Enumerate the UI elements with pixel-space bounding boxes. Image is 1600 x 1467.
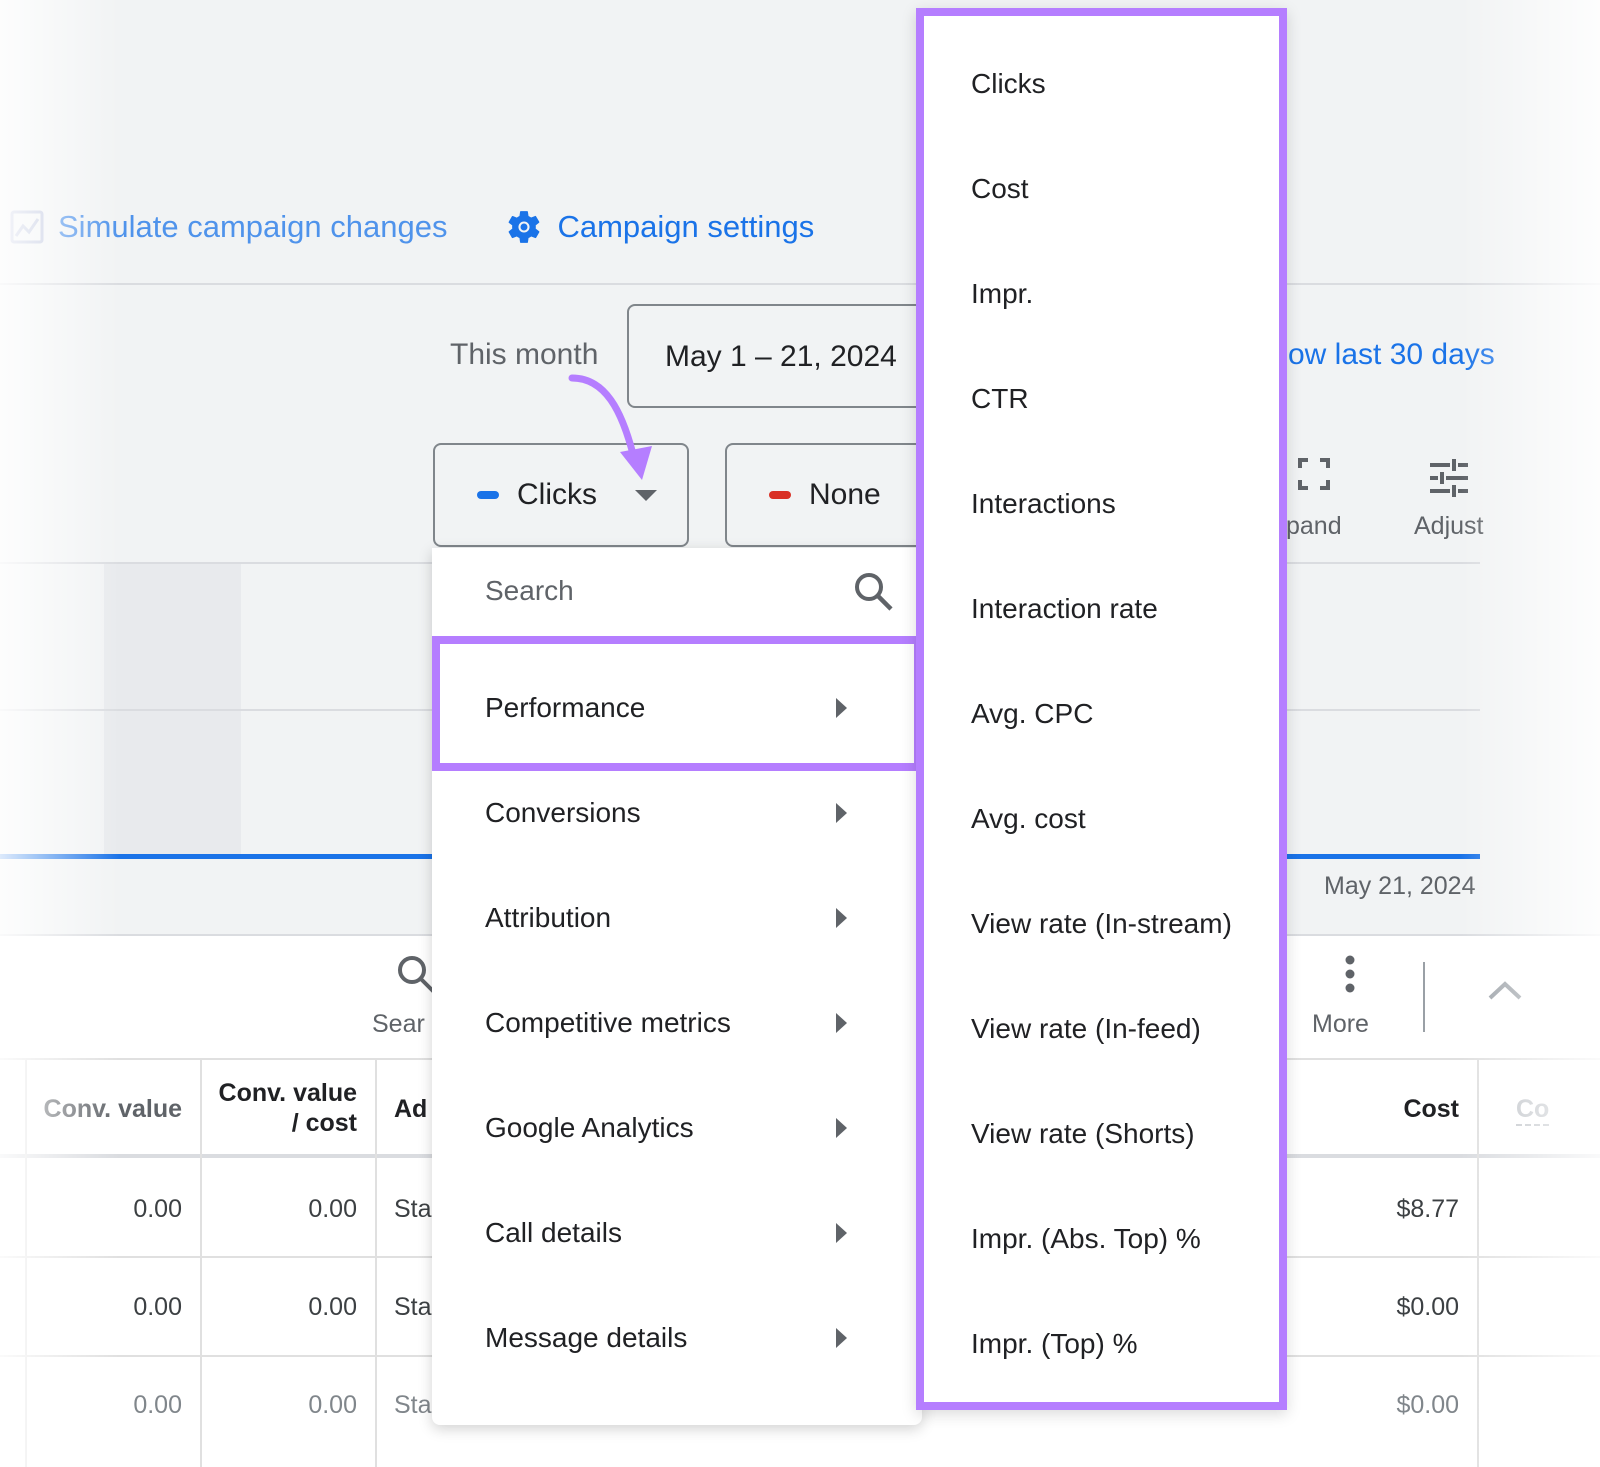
series-color-swatch xyxy=(769,491,791,499)
search-icon xyxy=(855,573,893,611)
cell-cost: $8.77 xyxy=(1396,1195,1459,1223)
submenu-item-impr-abs-top[interactable]: Impr. (Abs. Top) % xyxy=(971,1223,1201,1255)
campaign-settings-link[interactable]: Campaign settings xyxy=(505,208,814,246)
gear-icon xyxy=(509,211,540,243)
simulate-label: Simulate campaign changes xyxy=(58,209,448,244)
date-range-picker[interactable]: May 1 – 21, 2024 xyxy=(627,304,957,408)
metric-label: None xyxy=(809,478,881,511)
column-header-conv-value-cost[interactable]: Conv. value / cost xyxy=(205,1078,357,1138)
column-divider xyxy=(200,1058,202,1467)
cell-ad: Sta xyxy=(394,1293,432,1321)
column-header-cost[interactable]: Cost xyxy=(1300,1094,1459,1124)
chevron-right-icon xyxy=(836,697,847,718)
search-label: Sear xyxy=(372,1010,425,1038)
cell-conv-value-cost: 0.00 xyxy=(308,1195,357,1223)
chevron-right-icon xyxy=(836,907,847,928)
submenu-item-ctr[interactable]: CTR xyxy=(971,383,1029,415)
adjust-label: Adjust xyxy=(1414,512,1484,540)
expand-label: pand xyxy=(1286,512,1342,540)
table-search-button[interactable]: Sear xyxy=(372,954,436,1039)
chevron-right-icon xyxy=(836,1327,847,1348)
top-actions: Simulate campaign changes Campaign setti… xyxy=(10,208,814,246)
metric-search-input[interactable]: Search xyxy=(485,575,574,607)
menu-item-conversions[interactable]: Conversions xyxy=(432,760,922,865)
expand-button[interactable]: pand xyxy=(1286,458,1342,541)
divider xyxy=(0,283,1600,285)
cell-conv-value: 0.00 xyxy=(133,1195,182,1223)
adjust-button[interactable]: Adjust xyxy=(1414,458,1483,541)
cell-conv-value-cost: 0.00 xyxy=(308,1293,357,1321)
cell-conv-value: 0.00 xyxy=(133,1391,182,1419)
column-header-conv-value[interactable]: Conv. value xyxy=(30,1094,182,1124)
cell-conv-value: 0.00 xyxy=(133,1293,182,1321)
chevron-right-icon xyxy=(836,802,847,823)
menu-item-call-details[interactable]: Call details xyxy=(432,1180,922,1285)
submenu-item-interactions[interactable]: Interactions xyxy=(971,488,1116,520)
metric-search-field[interactable]: Search xyxy=(432,548,922,638)
more-button[interactable]: More xyxy=(1312,954,1369,1039)
more-vert-icon xyxy=(1345,955,1355,993)
submenu-item-view-rate-in-stream[interactable]: View rate (In-stream) xyxy=(971,908,1232,940)
simulate-campaign-changes-link[interactable]: Simulate campaign changes xyxy=(10,209,447,245)
cell-ad: Sta xyxy=(394,1195,432,1223)
campaign-settings-label: Campaign settings xyxy=(557,209,815,244)
metric-dropdown-menu: Search Performance Conversions Attributi… xyxy=(432,548,922,1425)
date-preset-label: This month xyxy=(450,338,599,371)
column-divider xyxy=(25,1058,27,1467)
dropdown-caret-icon xyxy=(635,489,657,501)
menu-item-competitive-metrics[interactable]: Competitive metrics xyxy=(432,970,922,1075)
menu-item-performance[interactable]: Performance xyxy=(432,655,922,760)
submenu-item-avg-cpc[interactable]: Avg. CPC xyxy=(971,698,1093,730)
menu-item-attribution[interactable]: Attribution xyxy=(432,865,922,970)
submenu-item-clicks[interactable]: Clicks xyxy=(971,68,1046,100)
column-divider xyxy=(1477,1058,1479,1467)
column-divider xyxy=(375,1058,377,1467)
submenu-item-view-rate-shorts[interactable]: View rate (Shorts) xyxy=(971,1118,1195,1150)
cell-cost: $0.00 xyxy=(1396,1391,1459,1419)
chevron-up-icon xyxy=(1488,981,1522,1000)
submenu-item-impr[interactable]: Impr. xyxy=(971,278,1033,310)
submenu-item-interaction-rate[interactable]: Interaction rate xyxy=(971,593,1158,625)
chart-line-icon xyxy=(10,210,44,244)
chevron-right-icon xyxy=(836,1222,847,1243)
column-header-ad[interactable]: Ad xyxy=(394,1094,427,1124)
collapse-button[interactable] xyxy=(1488,980,1522,1005)
submenu-item-view-rate-in-feed[interactable]: View rate (In-feed) xyxy=(971,1013,1201,1045)
x-axis-end-label: May 21, 2024 xyxy=(1324,872,1476,900)
menu-item-message-details[interactable]: Message details xyxy=(432,1285,922,1390)
expand-icon xyxy=(1297,458,1330,490)
column-header-conversions[interactable]: Co xyxy=(1516,1094,1550,1126)
submenu-item-impr-top[interactable]: Impr. (Top) % xyxy=(971,1328,1137,1360)
compare-last-30-days-link[interactable]: ow last 30 days xyxy=(1288,338,1495,372)
series-color-swatch xyxy=(477,491,499,499)
more-label: More xyxy=(1312,1010,1369,1038)
menu-item-google-analytics[interactable]: Google Analytics xyxy=(432,1075,922,1180)
tune-icon xyxy=(1429,459,1468,497)
metric-selector-clicks[interactable]: Clicks xyxy=(433,443,689,547)
chevron-right-icon xyxy=(836,1012,847,1033)
submenu-item-cost[interactable]: Cost xyxy=(971,173,1029,205)
performance-submenu: Clicks Cost Impr. CTR Interactions Inter… xyxy=(916,8,1287,1410)
cell-conv-value-cost: 0.00 xyxy=(308,1391,357,1419)
metric-label: Clicks xyxy=(517,478,597,511)
cell-ad: Sta xyxy=(394,1391,432,1419)
toolbar-divider xyxy=(1423,962,1425,1032)
chevron-right-icon xyxy=(836,1117,847,1138)
submenu-item-avg-cost[interactable]: Avg. cost xyxy=(971,803,1086,835)
cell-cost: $0.00 xyxy=(1396,1293,1459,1321)
search-icon xyxy=(398,956,436,994)
